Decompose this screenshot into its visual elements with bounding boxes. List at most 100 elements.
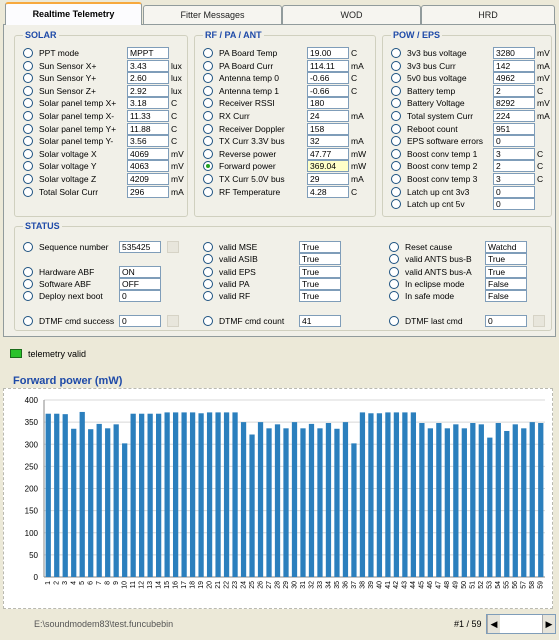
valid-rf-radio[interactable] bbox=[203, 291, 213, 301]
telemetry-row[interactable]: Solar panel temp Y+ 11.88 C bbox=[23, 122, 188, 135]
telemetry-radio[interactable] bbox=[391, 48, 401, 58]
status-dtmf-success-row[interactable]: DTMF cmd success 0 bbox=[23, 315, 183, 327]
valid-mse-radio[interactable] bbox=[203, 242, 213, 252]
telemetry-row[interactable]: Solar voltage Y 4063 mV bbox=[23, 160, 188, 173]
telemetry-row[interactable]: Total Solar Curr 296 mA bbox=[23, 185, 188, 198]
status-valid-rf-row[interactable]: valid RF True bbox=[203, 290, 363, 302]
telemetry-row[interactable]: Total system Curr 224 mA bbox=[391, 110, 556, 122]
spinner-right-arrow-icon[interactable]: ▶ bbox=[542, 615, 555, 633]
telemetry-row[interactable]: Solar panel temp X+ 3.18 C bbox=[23, 97, 188, 110]
telemetry-radio[interactable] bbox=[203, 186, 213, 197]
status-deploy-next-boot-row[interactable]: Deploy next boot 0 bbox=[23, 290, 183, 302]
sequence-radio[interactable] bbox=[23, 242, 33, 252]
dtmf-success-radio[interactable] bbox=[23, 316, 33, 326]
deploy-next-boot-radio[interactable] bbox=[23, 291, 33, 301]
telemetry-row[interactable]: Forward power 369.04 mW bbox=[203, 160, 368, 173]
telemetry-row[interactable]: Antenna temp 0 -0.66 C bbox=[203, 72, 368, 85]
telemetry-row[interactable]: EPS software errors 0 bbox=[391, 135, 556, 148]
status-valid-ants-b-row[interactable]: valid ANTS bus-B True bbox=[389, 253, 549, 265]
status-valid-asib-row[interactable]: valid ASIB True bbox=[203, 253, 363, 265]
dtmf-last-radio[interactable] bbox=[389, 316, 399, 326]
telemetry-radio[interactable] bbox=[391, 60, 401, 71]
status-hardware-abf-row[interactable]: Hardware ABF ON bbox=[23, 266, 183, 278]
telemetry-radio[interactable] bbox=[23, 98, 33, 109]
status-dtmf-count-row[interactable]: DTMF cmd count 41 bbox=[203, 315, 363, 327]
tab-hrd[interactable]: HRD bbox=[421, 5, 555, 24]
telemetry-row[interactable]: RX Curr 24 mA bbox=[203, 110, 368, 122]
telemetry-radio[interactable] bbox=[391, 148, 401, 159]
valid-ants-b-radio[interactable] bbox=[389, 254, 399, 264]
status-valid-ants-a-row[interactable]: valid ANTS bus-A True bbox=[389, 266, 549, 278]
telemetry-radio[interactable] bbox=[203, 161, 213, 172]
telemetry-row[interactable]: Solar panel temp X- 11.33 C bbox=[23, 110, 188, 122]
telemetry-radio[interactable] bbox=[23, 186, 33, 197]
telemetry-radio[interactable] bbox=[23, 161, 33, 172]
telemetry-row[interactable]: Solar panel temp Y- 3.56 C bbox=[23, 135, 188, 148]
status-eclipse-row[interactable]: In eclipse mode False bbox=[389, 278, 549, 290]
telemetry-radio[interactable] bbox=[391, 123, 401, 134]
telemetry-radio[interactable] bbox=[203, 98, 213, 109]
dtmf-count-radio[interactable] bbox=[203, 316, 213, 326]
telemetry-radio[interactable] bbox=[391, 161, 401, 172]
telemetry-radio[interactable] bbox=[23, 174, 33, 184]
telemetry-row[interactable]: PA Board Curr 114.11 mA bbox=[203, 59, 368, 72]
status-dtmf-last-row[interactable]: DTMF last cmd 0 bbox=[389, 315, 549, 327]
telemetry-row[interactable]: Boost conv temp 1 3C bbox=[391, 147, 556, 160]
telemetry-row[interactable]: Reverse power 47.77 mW bbox=[203, 147, 368, 160]
telemetry-row[interactable]: 3v3 bus voltage 3280 mV bbox=[391, 47, 556, 59]
status-valid-pa-row[interactable]: valid PA True bbox=[203, 278, 363, 290]
tab-realtime-telemetry[interactable]: Realtime Telemetry bbox=[5, 2, 142, 25]
telemetry-row[interactable]: 3v3 bus Curr 142 mA bbox=[391, 59, 556, 72]
telemetry-radio[interactable] bbox=[203, 73, 213, 84]
telemetry-row[interactable]: RF Temperature 4.28 C bbox=[203, 185, 368, 198]
telemetry-radio[interactable] bbox=[23, 73, 33, 84]
telemetry-row[interactable]: Battery Voltage 8292 mV bbox=[391, 97, 556, 110]
telemetry-row[interactable]: Sun Sensor Z+ 2.92 lux bbox=[23, 84, 188, 97]
telemetry-radio[interactable] bbox=[203, 48, 213, 58]
status-software-abf-row[interactable]: Software ABF OFF bbox=[23, 278, 183, 290]
telemetry-radio[interactable] bbox=[203, 85, 213, 96]
telemetry-row[interactable]: PA Board Temp 19.00 C bbox=[203, 47, 368, 59]
telemetry-row[interactable]: Latch up cnt 3v3 0 bbox=[391, 185, 556, 198]
telemetry-radio[interactable] bbox=[391, 85, 401, 96]
telemetry-row[interactable]: PPT mode MPPT bbox=[23, 47, 188, 59]
telemetry-row[interactable]: Antenna temp 1 -0.66 C bbox=[203, 84, 368, 97]
status-safe-mode-row[interactable]: In safe mode False bbox=[389, 290, 549, 302]
telemetry-radio[interactable] bbox=[23, 60, 33, 71]
telemetry-row[interactable]: Solar voltage Z 4209 mV bbox=[23, 173, 188, 185]
telemetry-row[interactable]: Battery temp 2 C bbox=[391, 84, 556, 97]
telemetry-row[interactable]: TX Curr 5.0V bus 29 mA bbox=[203, 173, 368, 185]
telemetry-radio[interactable] bbox=[23, 148, 33, 159]
telemetry-radio[interactable] bbox=[23, 123, 33, 134]
telemetry-radio[interactable] bbox=[391, 186, 401, 197]
telemetry-radio[interactable] bbox=[23, 48, 33, 58]
telemetry-row[interactable]: Receiver RSSI 180 bbox=[203, 97, 368, 110]
telemetry-row[interactable]: TX Curr 3.3V bus 32 mA bbox=[203, 135, 368, 148]
telemetry-row[interactable]: Sun Sensor Y+ 2.60 lux bbox=[23, 72, 188, 85]
telemetry-row[interactable]: Reboot count 951 bbox=[391, 122, 556, 135]
telemetry-radio[interactable] bbox=[391, 174, 401, 184]
tab-fitter-messages[interactable]: Fitter Messages bbox=[143, 5, 282, 24]
valid-eps-radio[interactable] bbox=[203, 267, 213, 277]
spinner-left-arrow-icon[interactable]: ◀ bbox=[487, 615, 500, 633]
telemetry-radio[interactable] bbox=[23, 85, 33, 96]
tab-wod[interactable]: WOD bbox=[282, 5, 421, 24]
status-valid-eps-row[interactable]: valid EPS True bbox=[203, 266, 363, 278]
telemetry-radio[interactable] bbox=[203, 123, 213, 134]
status-valid-mse-row[interactable]: valid MSE True bbox=[203, 241, 363, 253]
valid-ants-a-radio[interactable] bbox=[389, 267, 399, 277]
telemetry-radio[interactable] bbox=[203, 148, 213, 159]
telemetry-row[interactable]: Latch up cnt 5v 0 bbox=[391, 198, 556, 211]
telemetry-radio[interactable] bbox=[391, 199, 401, 210]
telemetry-radio[interactable] bbox=[203, 60, 213, 71]
software-abf-radio[interactable] bbox=[23, 279, 33, 289]
telemetry-row[interactable]: Receiver Doppler 158 bbox=[203, 122, 368, 135]
telemetry-radio[interactable] bbox=[391, 111, 401, 121]
telemetry-radio[interactable] bbox=[391, 98, 401, 109]
telemetry-row[interactable]: Sun Sensor X+ 3.43 lux bbox=[23, 59, 188, 72]
eclipse-radio[interactable] bbox=[389, 279, 399, 289]
telemetry-radio[interactable] bbox=[203, 136, 213, 147]
telemetry-row[interactable]: Boost conv temp 2 2C bbox=[391, 160, 556, 173]
frame-spinner[interactable]: ◀ ▶ bbox=[486, 614, 556, 634]
telemetry-radio[interactable] bbox=[23, 111, 33, 121]
